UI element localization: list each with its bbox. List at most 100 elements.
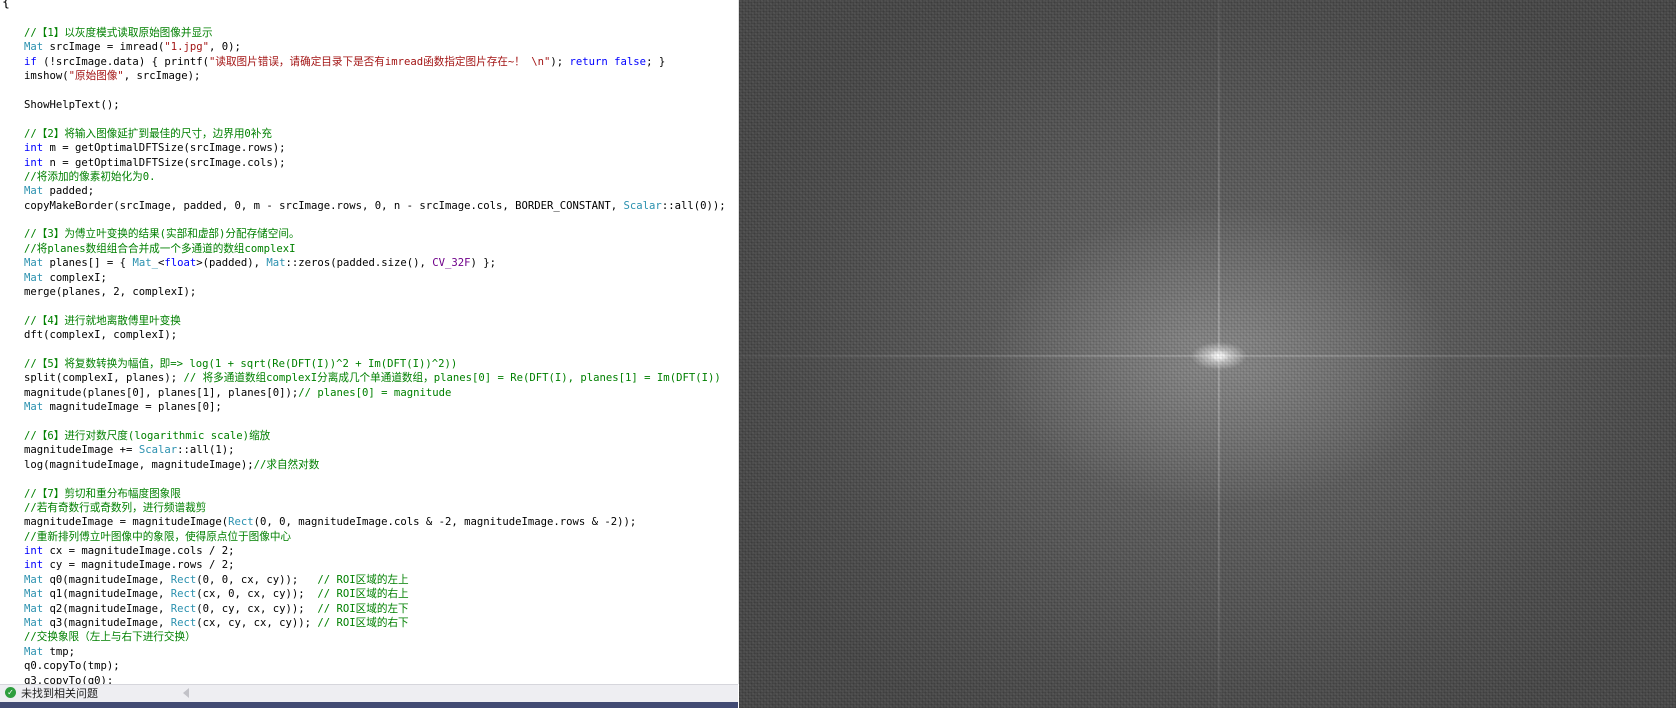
code-line[interactable]: log(magnitudeImage, magnitudeImage);//求自… [24, 458, 726, 472]
code-token: , 0); [208, 41, 241, 54]
code-line[interactable]: magnitude(planes[0], planes[1], planes[0… [24, 386, 726, 400]
code-line[interactable]: int cx = magnitudeImage.cols / 2; [24, 544, 726, 558]
spectrum-vertical-axis-line [1218, 0, 1220, 708]
code-token: srcImage = imread( [43, 41, 165, 54]
code-line[interactable]: q0.copyTo(tmp); [24, 659, 726, 673]
code-token: (0, 0, magnitudeImage.cols & -2, magnitu… [253, 516, 637, 529]
code-token: //【3】为傅立叶变换的结果(实部和虚部)分配存储空间。 [24, 228, 300, 241]
code-line[interactable] [24, 299, 726, 313]
code-token: "原始图像" [68, 70, 124, 83]
status-text: 未找到相关问题 [21, 687, 98, 700]
code-line[interactable]: //【6】进行对数尺度(logarithmic scale)缩放 [24, 429, 726, 443]
code-token: Mat [24, 645, 44, 658]
code-token: //【6】进行对数尺度(logarithmic scale)缩放 [24, 429, 271, 442]
code-line[interactable]: int m = getOptimalDFTSize(srcImage.rows)… [24, 141, 726, 155]
code-line[interactable]: //【3】为傅立叶变换的结果(实部和虚部)分配存储空间。 [24, 227, 726, 241]
code-token: Mat [24, 588, 44, 601]
code-token: magnitudeImage = magnitudeImage( [24, 516, 229, 529]
code-token: // ROI区域的左下 [317, 602, 409, 615]
code-line[interactable]: //【2】将输入图像延扩到最佳的尺寸，边界用0补充 [24, 127, 726, 141]
code-line[interactable]: ShowHelpText(); [24, 98, 726, 112]
code-line[interactable]: Mat q2(magnitudeImage, Rect(0, cy, cx, c… [24, 602, 726, 616]
code-line[interactable] [24, 84, 726, 98]
code-line[interactable]: //若有奇数行或奇数列，进行频谱裁剪 [24, 501, 726, 515]
code-token: ::all(0)); [661, 199, 726, 212]
code-token: int [24, 156, 44, 169]
code-line[interactable]: //【7】剪切和重分布幅度图象限 [24, 487, 726, 501]
code-line[interactable]: Mat tmp; [24, 645, 726, 659]
code-token: //【4】进行就地离散傅里叶变换 [24, 314, 181, 327]
code-line[interactable] [24, 472, 726, 486]
code-token: //【1】以灰度模式读取原始图像并显示 [24, 27, 213, 39]
scroll-left-arrow-icon[interactable] [183, 688, 189, 698]
code-token: Mat [24, 617, 44, 630]
code-line[interactable]: imshow("原始图像", srcImage); [24, 69, 726, 83]
code-line[interactable]: Mat padded; [24, 184, 726, 198]
code-line[interactable]: Mat planes[] = { Mat_<float>(padded), Ma… [24, 256, 726, 270]
code-line[interactable]: Mat q1(magnitudeImage, Rect(cx, 0, cx, c… [24, 587, 726, 601]
code-line[interactable]: //将添加的像素初始化为0. [24, 170, 726, 184]
code-line[interactable]: q3.copyTo(q0); [24, 674, 726, 684]
code-line[interactable]: copyMakeBorder(srcImage, padded, 0, m - … [24, 199, 726, 213]
code-line[interactable]: //【5】将复数转换为幅值，即=> log(1 + sqrt(Re(DFT(I)… [24, 357, 726, 371]
code-line[interactable]: Mat q0(magnitudeImage, Rect(0, 0, cx, cy… [24, 573, 726, 587]
code-line[interactable]: //重新排列傅立叶图像中的象限，使得原点位于图像中心 [24, 530, 726, 544]
code-token: //【5】将复数转换为幅值，即=> log(1 + sqrt(Re(DFT(I)… [24, 357, 458, 370]
code-token: Scalar [138, 444, 178, 457]
code-line[interactable]: dft(complexI, complexI); [24, 328, 726, 342]
code-token: Mat_ [132, 257, 158, 270]
code-token: q1(magnitudeImage, [43, 588, 171, 601]
code-line[interactable]: Mat complexI; [24, 271, 726, 285]
code-line[interactable]: magnitudeImage = magnitudeImage(Rect(0, … [24, 515, 726, 529]
code-line[interactable]: //【4】进行就地离散傅里叶变换 [24, 314, 726, 328]
code-token: // 将多通道数组complexI分离成几个单通道数组，planes[0] = … [183, 372, 721, 385]
code-token: // planes[0] = magnitude [298, 386, 452, 399]
code-token: ; } [646, 55, 666, 68]
check-circle-icon: ✓ [5, 687, 16, 698]
status-bar: ✓ 未找到相关问题 [0, 684, 738, 702]
code-line[interactable] [24, 112, 726, 126]
code-token: ); [550, 55, 570, 68]
code-line[interactable]: Mat magnitudeImage = planes[0]; [24, 400, 726, 414]
code-lines[interactable]: //【1】以灰度模式读取原始图像并显示 Mat srcImage = imread… [24, 26, 726, 684]
code-token: magnitude(planes[0], planes[1], planes[0… [24, 386, 299, 399]
code-line[interactable]: //【1】以灰度模式读取原始图像并显示 [24, 26, 726, 40]
code-token: //将添加的像素初始化为0. [24, 170, 156, 183]
code-token: (!srcImage.data) { printf( [36, 55, 209, 68]
code-line[interactable] [24, 213, 726, 227]
code-editor[interactable]: { //【1】以灰度模式读取原始图像并显示 Mat srcImage = imre… [0, 0, 739, 684]
code-token: //重新排列傅立叶图像中的象限，使得原点位于图像中心 [24, 530, 292, 543]
code-line[interactable]: if (!srcImage.data) { printf("读取图片错误，请确定… [24, 55, 726, 69]
code-token: Rect [170, 573, 197, 586]
code-line[interactable]: magnitudeImage += Scalar::all(1); [24, 443, 726, 457]
code-token: m = getOptimalDFTSize(srcImage.rows); [43, 142, 286, 155]
code-token: dft(complexI, complexI); [24, 329, 178, 342]
code-line[interactable]: //将planes数组组合合并成一个多通道的数组complexI [24, 242, 726, 256]
code-line[interactable]: int n = getOptimalDFTSize(srcImage.cols)… [24, 156, 726, 170]
code-token: Mat [24, 41, 44, 54]
code-token: cx = magnitudeImage.cols / 2; [43, 545, 235, 558]
code-token: float [164, 257, 197, 270]
code-token: q3(magnitudeImage, [43, 617, 171, 630]
code-line[interactable]: //交换象限（左上与右下进行交换） [24, 630, 726, 644]
code-token: q2(magnitudeImage, [43, 602, 171, 615]
code-line[interactable] [24, 343, 726, 357]
code-line[interactable] [24, 415, 726, 429]
code-token: (0, 0, cx, cy)); [196, 573, 318, 586]
code-line[interactable]: Mat srcImage = imread("1.jpg", 0); [24, 40, 726, 54]
code-token: "读取图片错误，请确定目录下是否有imread函数指定图片存在~！ \n" [208, 55, 551, 68]
code-token: ) }; [470, 257, 497, 270]
code-line[interactable]: Mat q3(magnitudeImage, Rect(cx, cy, cx, … [24, 616, 726, 630]
code-token: padded; [43, 185, 95, 198]
code-line[interactable]: int cy = magnitudeImage.rows / 2; [24, 558, 726, 572]
code-token: // ROI区域的左上 [317, 573, 409, 586]
opening-brace: { [2, 0, 10, 10]
code-token: return false [569, 55, 647, 68]
code-token: Mat [24, 602, 44, 615]
code-token: int [24, 545, 44, 558]
code-token: Mat [24, 401, 44, 414]
code-line[interactable]: merge(planes, 2, complexI); [24, 285, 726, 299]
code-token: copyMakeBorder(srcImage, padded, 0, m - … [24, 199, 624, 212]
code-token: magnitudeImage = planes[0]; [43, 401, 222, 414]
code-line[interactable]: split(complexI, planes); // 将多通道数组comple… [24, 371, 726, 385]
